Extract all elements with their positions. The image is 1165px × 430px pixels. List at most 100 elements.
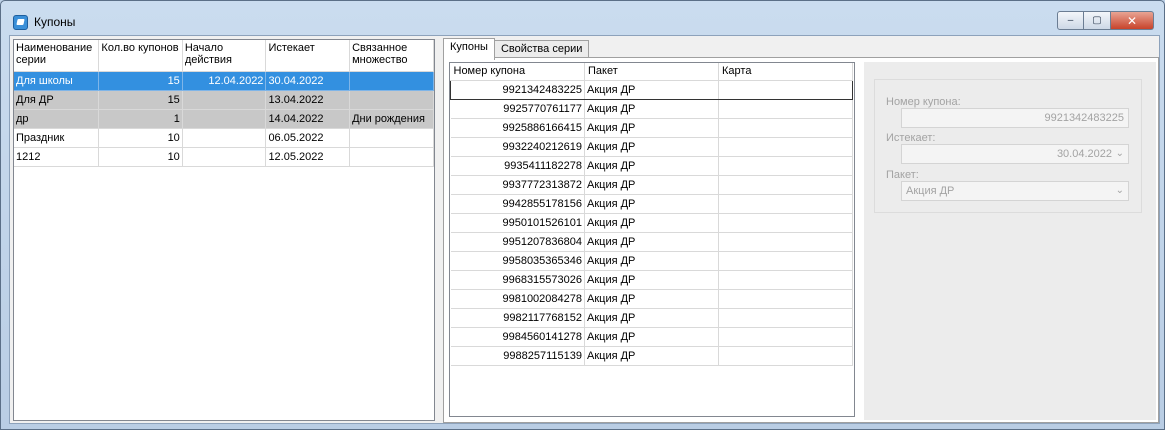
coupon-details-panel: Номер купона: 9921342483225 Истекает: 30… <box>864 62 1156 420</box>
card-cell <box>718 79 853 100</box>
coupon-number-label: Номер купона: <box>886 96 961 108</box>
column-header-expires[interactable]: Истекает <box>265 40 351 72</box>
series-row[interactable]: 1212 10 12.05.2022 <box>14 147 434 167</box>
linked-set-cell <box>349 90 434 110</box>
package-cell: Акция ДР <box>584 327 719 347</box>
coupon-row[interactable]: 9935411182278 Акция ДР <box>450 156 853 176</box>
tab-content-coupons: Номер купона Пакет Карта 9921342483225 Ак… <box>443 57 1159 423</box>
start-date-cell: 12.04.2022 <box>182 71 267 91</box>
linked-set-cell <box>349 128 434 148</box>
series-row[interactable]: Для школы 15 12.04.2022 30.04.2022 <box>14 71 434 91</box>
coupon-number-cell: 9935411182278 <box>450 156 585 176</box>
coupon-number-cell: 9925886166415 <box>450 118 585 138</box>
card-cell <box>718 137 853 157</box>
coupon-number-cell: 9925770761177 <box>450 99 585 119</box>
card-cell <box>718 118 853 138</box>
card-cell <box>718 194 853 214</box>
minimize-icon: ‒ <box>1067 15 1074 26</box>
column-header-package[interactable]: Пакет <box>584 63 719 81</box>
expires-cell: 14.04.2022 <box>265 109 351 129</box>
chevron-down-icon: ⌄ <box>1115 148 1124 159</box>
expires-date-picker[interactable]: 30.04.2022 ⌄ <box>901 144 1129 164</box>
coupon-count-cell: 10 <box>98 147 183 167</box>
start-date-cell <box>182 90 267 110</box>
coupon-row[interactable]: 9942855178156 Акция ДР <box>450 194 853 214</box>
column-header-coupon-number[interactable]: Номер купона <box>450 63 585 81</box>
coupon-number-cell: 9981002084278 <box>450 289 585 309</box>
package-cell: Акция ДР <box>584 213 719 233</box>
tab-strip: Купоны Свойства серии <box>443 38 590 60</box>
coupon-number-cell: 9958035365346 <box>450 251 585 271</box>
coupon-rows: 9921342483225 Акция ДР 9925770761177 Акция … <box>450 79 853 366</box>
package-cell: Акция ДР <box>584 308 719 328</box>
coupon-number-cell: 9921342483225 <box>450 79 585 100</box>
expires-cell: 06.05.2022 <box>265 128 351 148</box>
title-bar[interactable]: Купоны ‒ ▢ ✕ <box>1 1 1164 33</box>
coupon-number-cell: 9984560141278 <box>450 327 585 347</box>
package-cell: Акция ДР <box>584 137 719 157</box>
card-cell <box>718 232 853 252</box>
linked-set-cell <box>349 147 434 167</box>
start-date-cell <box>182 109 267 129</box>
coupon-row[interactable]: 9984560141278 Акция ДР <box>450 327 853 347</box>
series-row[interactable]: Праздник 10 06.05.2022 <box>14 128 434 148</box>
package-select[interactable]: Акция ДР ⌄ <box>901 181 1129 201</box>
minimize-button[interactable]: ‒ <box>1057 11 1084 30</box>
coupon-number-cell: 9950101526101 <box>450 213 585 233</box>
coupon-row[interactable]: 9932240212619 Акция ДР <box>450 137 853 157</box>
coupon-row[interactable]: 9950101526101 Акция ДР <box>450 213 853 233</box>
package-cell: Акция ДР <box>584 79 719 100</box>
coupon-grid[interactable]: Номер купона Пакет Карта 9921342483225 Ак… <box>449 62 855 417</box>
package-cell: Акция ДР <box>584 251 719 271</box>
package-cell: Акция ДР <box>584 99 719 119</box>
coupon-row[interactable]: 9921342483225 Акция ДР <box>450 79 853 100</box>
column-header-series-name[interactable]: Наименование серии <box>14 40 100 72</box>
coupon-row[interactable]: 9981002084278 Акция ДР <box>450 289 853 309</box>
card-cell <box>718 327 853 347</box>
card-cell <box>718 213 853 233</box>
series-row[interactable]: Для ДР 15 13.04.2022 <box>14 90 434 110</box>
column-header-coupon-count[interactable]: Кол.во купонов <box>98 40 183 72</box>
series-grid[interactable]: Наименование серии Кол.во купонов Начало… <box>13 39 435 421</box>
coupon-number-cell: 9982117768152 <box>450 308 585 328</box>
coupon-number-cell: 9951207836804 <box>450 232 585 252</box>
column-header-card[interactable]: Карта <box>718 63 853 81</box>
coupon-row[interactable]: 9937772313872 Акция ДР <box>450 175 853 195</box>
linked-set-cell: Дни рождения <box>349 109 434 129</box>
close-button[interactable]: ✕ <box>1111 11 1154 30</box>
coupon-row[interactable]: 9982117768152 Акция ДР <box>450 308 853 328</box>
coupon-header-row: Номер купона Пакет Карта <box>450 63 853 81</box>
package-cell: Акция ДР <box>584 346 719 366</box>
column-header-linked-set[interactable]: Связанное множество <box>349 40 434 72</box>
coupon-details-group: Номер купона: 9921342483225 Истекает: 30… <box>874 79 1142 213</box>
card-cell <box>718 308 853 328</box>
column-header-start-date[interactable]: Начало действия <box>182 40 267 72</box>
linked-set-cell <box>349 71 434 91</box>
app-icon <box>13 15 28 30</box>
card-cell <box>718 251 853 271</box>
tab-coupons[interactable]: Купоны <box>443 38 495 60</box>
series-row[interactable]: др 1 14.04.2022 Дни рождения <box>14 109 434 129</box>
coupon-count-cell: 15 <box>98 71 183 91</box>
coupon-row[interactable]: 9925770761177 Акция ДР <box>450 99 853 119</box>
package-cell: Акция ДР <box>584 232 719 252</box>
coupon-row[interactable]: 9925886166415 Акция ДР <box>450 118 853 138</box>
maximize-button[interactable]: ▢ <box>1084 11 1111 30</box>
package-cell: Акция ДР <box>584 194 719 214</box>
package-cell: Акция ДР <box>584 270 719 290</box>
coupon-count-cell: 1 <box>98 109 183 129</box>
series-name-cell: Для ДР <box>14 90 100 110</box>
expires-label: Истекает: <box>886 132 936 144</box>
coupon-row[interactable]: 9968315573026 Акция ДР <box>450 270 853 290</box>
coupon-row[interactable]: 9988257115139 Акция ДР <box>450 346 853 366</box>
coupon-number-cell: 9937772313872 <box>450 175 585 195</box>
package-cell: Акция ДР <box>584 156 719 176</box>
chevron-down-icon: ⌄ <box>1115 185 1124 196</box>
series-table: Наименование серии Кол.во купонов Начало… <box>14 40 434 167</box>
coupon-number-field[interactable]: 9921342483225 <box>901 108 1129 128</box>
card-cell <box>718 156 853 176</box>
coupon-number-cell: 9932240212619 <box>450 137 585 157</box>
coupon-row[interactable]: 9958035365346 Акция ДР <box>450 251 853 271</box>
coupon-row[interactable]: 9951207836804 Акция ДР <box>450 232 853 252</box>
start-date-cell <box>182 128 267 148</box>
